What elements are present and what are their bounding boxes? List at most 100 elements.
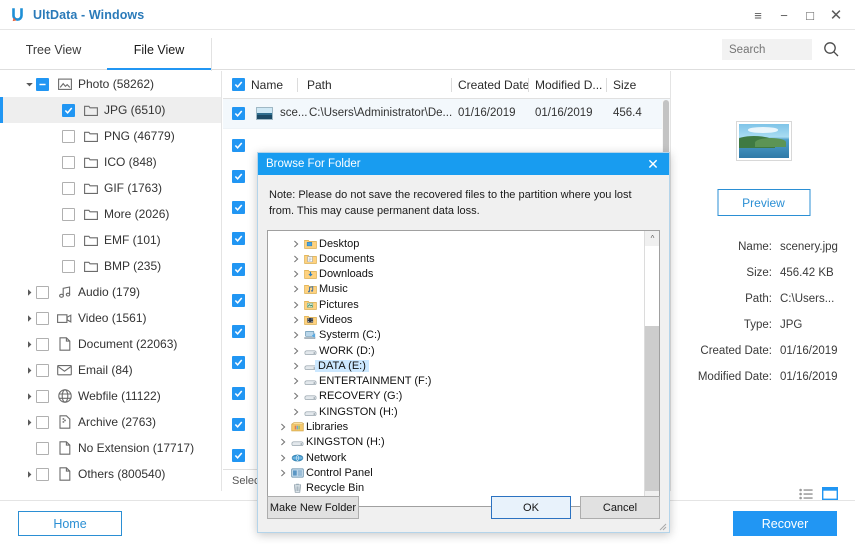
sidebar-checkbox[interactable] <box>36 390 49 403</box>
sidebar-checkbox[interactable] <box>36 312 49 325</box>
chevron-right-icon[interactable] <box>22 418 36 427</box>
sidebar-checkbox[interactable] <box>62 130 75 143</box>
search-icon[interactable] <box>823 41 840 63</box>
folder-tree-item[interactable]: DATA (E:) <box>273 358 659 373</box>
row-checkbox[interactable] <box>232 356 245 369</box>
row-checkbox[interactable] <box>232 170 245 183</box>
sidebar-checkbox[interactable] <box>62 234 75 247</box>
sidebar-item-gif[interactable]: GIF (1763) <box>0 175 221 201</box>
sidebar-item-jpg[interactable]: JPG (6510) <box>0 97 221 123</box>
chevron-right-icon[interactable] <box>289 285 302 293</box>
row-checkbox[interactable] <box>232 139 245 152</box>
chevron-right-icon[interactable] <box>289 392 302 400</box>
sidebar-checkbox[interactable] <box>36 364 49 377</box>
chevron-right-icon[interactable] <box>22 340 36 349</box>
sidebar-checkbox[interactable] <box>62 208 75 221</box>
chevron-right-icon[interactable] <box>289 301 302 309</box>
chevron-right-icon[interactable] <box>289 331 302 339</box>
folder-tree-item[interactable]: Pictures <box>273 297 659 312</box>
maximize-button[interactable]: □ <box>797 0 823 30</box>
category-tree[interactable]: Photo (58262)JPG (6510)PNG (46779)ICO (8… <box>0 71 222 491</box>
chevron-right-icon[interactable] <box>22 288 36 297</box>
row-checkbox[interactable] <box>232 201 245 214</box>
sidebar-checkbox[interactable] <box>36 416 49 429</box>
preview-button[interactable]: Preview <box>717 189 810 216</box>
folder-tree-item[interactable]: KINGSTON (H:) <box>273 404 659 419</box>
folder-tree-item[interactable]: Systerm (C:) <box>273 328 659 343</box>
sidebar-checkbox[interactable] <box>36 468 49 481</box>
folder-tree-item[interactable]: Network <box>273 450 659 465</box>
chevron-down-icon[interactable] <box>22 80 36 89</box>
folder-tree[interactable]: DesktopDocumentsDownloadsMusicPicturesVi… <box>267 230 660 507</box>
chevron-right-icon[interactable] <box>22 470 36 479</box>
folder-tree-item[interactable]: Desktop <box>273 236 659 251</box>
sidebar-item-more[interactable]: More (2026) <box>0 201 221 227</box>
chevron-right-icon[interactable] <box>289 377 302 385</box>
sidebar-item-emf[interactable]: EMF (101) <box>0 227 221 253</box>
chevron-right-icon[interactable] <box>289 240 302 248</box>
folder-tree-item[interactable]: ENTERTAINMENT (F:) <box>273 374 659 389</box>
sidebar-checkbox[interactable] <box>62 260 75 273</box>
chevron-right-icon[interactable] <box>22 314 36 323</box>
close-button[interactable]: ✕ <box>823 0 849 30</box>
chevron-right-icon[interactable] <box>289 362 302 370</box>
resize-grip-icon[interactable] <box>657 521 667 531</box>
chevron-right-icon[interactable] <box>289 270 302 278</box>
ok-button[interactable]: OK <box>491 496 571 519</box>
tab-file-view[interactable]: File View <box>107 30 211 70</box>
sidebar-item-photo[interactable]: Photo (58262) <box>0 71 221 97</box>
chevron-right-icon[interactable] <box>276 454 289 462</box>
search-input[interactable] <box>722 39 812 60</box>
folder-tree-item[interactable]: Downloads <box>273 266 659 281</box>
sidebar-item-webfile[interactable]: Webfile (11122) <box>0 383 221 409</box>
sidebar-checkbox[interactable] <box>62 104 75 117</box>
sidebar-checkbox[interactable] <box>62 156 75 169</box>
chevron-right-icon[interactable] <box>289 408 302 416</box>
sidebar-checkbox[interactable] <box>36 338 49 351</box>
chevron-right-icon[interactable] <box>22 392 36 401</box>
scroll-up-icon[interactable]: ^ <box>645 231 660 246</box>
column-modified[interactable]: Modified D... <box>535 78 602 92</box>
chevron-right-icon[interactable] <box>276 438 289 446</box>
chevron-right-icon[interactable] <box>289 255 302 263</box>
sidebar-item-others[interactable]: Others (800540) <box>0 461 221 487</box>
folder-tree-item[interactable]: Music <box>273 282 659 297</box>
sidebar-item-no[interactable]: No Extension (17717) <box>0 435 221 461</box>
scrollbar-thumb[interactable] <box>645 246 660 326</box>
row-checkbox[interactable] <box>232 232 245 245</box>
sidebar-checkbox[interactable] <box>36 286 49 299</box>
sidebar-item-archive[interactable]: Archive (2763) <box>0 409 221 435</box>
row-checkbox[interactable] <box>232 263 245 276</box>
make-new-folder-button[interactable]: Make New Folder <box>267 496 359 519</box>
sidebar-item-bmp[interactable]: BMP (235) <box>0 253 221 279</box>
recover-button[interactable]: Recover <box>733 511 837 536</box>
folder-tree-item[interactable]: Documents <box>273 251 659 266</box>
scrollbar-track[interactable] <box>645 326 660 491</box>
tab-tree-view[interactable]: Tree View <box>0 30 107 70</box>
chevron-right-icon[interactable] <box>276 469 289 477</box>
row-checkbox[interactable] <box>232 418 245 431</box>
row-checkbox[interactable] <box>232 387 245 400</box>
sidebar-item-email[interactable]: Email (84) <box>0 357 221 383</box>
column-name[interactable]: Name <box>251 78 283 92</box>
column-size[interactable]: Size <box>613 78 636 92</box>
sidebar-checkbox[interactable] <box>36 78 49 91</box>
row-checkbox[interactable] <box>232 325 245 338</box>
folder-tree-item[interactable]: Libraries <box>273 419 659 434</box>
row-checkbox[interactable] <box>232 107 245 120</box>
sidebar-item-png[interactable]: PNG (46779) <box>0 123 221 149</box>
folder-tree-item[interactable]: WORK (D:) <box>273 343 659 358</box>
sidebar-item-audio[interactable]: Audio (179) <box>0 279 221 305</box>
sidebar-item-ico[interactable]: ICO (848) <box>0 149 221 175</box>
folder-tree-item[interactable]: Control Panel <box>273 465 659 480</box>
folder-tree-scrollbar[interactable]: ^ ˅ <box>644 231 659 506</box>
chevron-right-icon[interactable] <box>276 423 289 431</box>
sidebar-item-video[interactable]: Video (1561) <box>0 305 221 331</box>
folder-tree-item[interactable]: RECOVERY (G:) <box>273 389 659 404</box>
sidebar-checkbox[interactable] <box>62 182 75 195</box>
select-all-checkbox[interactable] <box>232 78 245 91</box>
column-path[interactable]: Path <box>307 78 332 92</box>
minimize-button[interactable]: − <box>771 0 797 30</box>
chevron-right-icon[interactable] <box>289 316 302 324</box>
dialog-close-icon[interactable]: ✕ <box>643 153 663 175</box>
